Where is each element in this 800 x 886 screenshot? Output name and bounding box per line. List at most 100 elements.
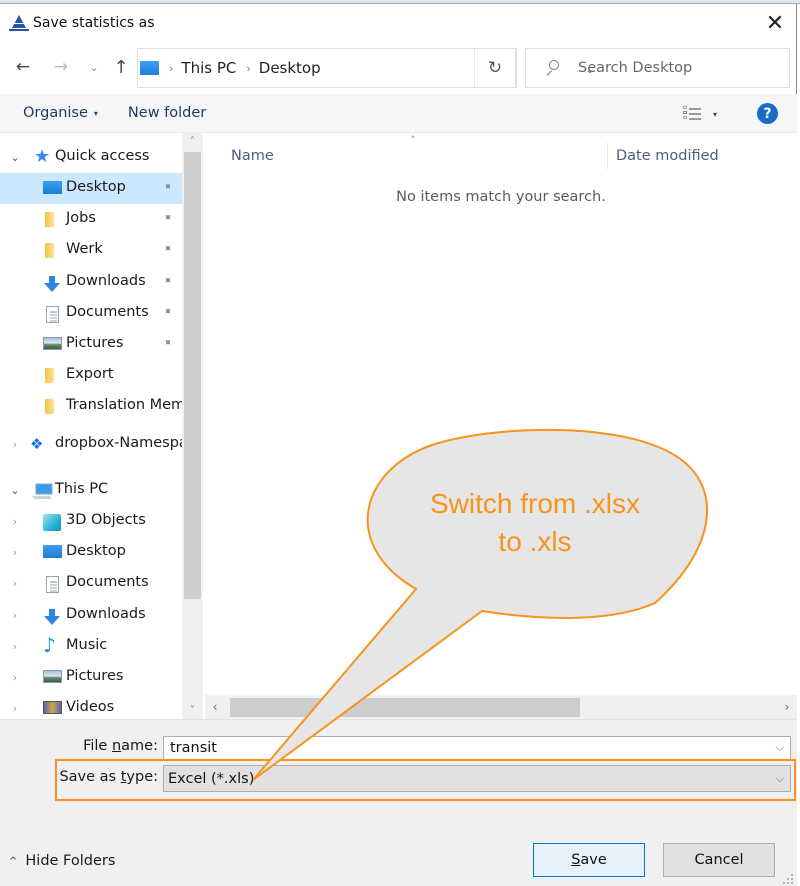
- chevron-right-icon[interactable]: ›: [9, 577, 21, 590]
- sidebar-item-music[interactable]: › ♪ Music: [0, 631, 182, 662]
- chevron-right-icon[interactable]: ›: [9, 546, 21, 559]
- chevron-right-icon: ›: [784, 700, 790, 714]
- search-box[interactable]: [525, 48, 790, 88]
- chevron-right-icon[interactable]: ›: [9, 640, 21, 653]
- sidebar-item-3d-objects[interactable]: › 3D Objects: [0, 506, 182, 537]
- scrollbar-thumb[interactable]: [230, 698, 580, 717]
- pictures-icon: [43, 337, 62, 350]
- arrow-right-icon: →: [53, 57, 69, 77]
- chevron-right-icon[interactable]: ›: [9, 671, 21, 684]
- sidebar-item-documents[interactable]: Documents ✦: [0, 298, 182, 329]
- pin-icon[interactable]: ✦: [160, 304, 176, 320]
- sidebar-item-werk[interactable]: Werk ✦: [0, 235, 182, 266]
- sidebar-item-desktop[interactable]: Desktop ✦: [0, 173, 182, 204]
- sidebar-item-label: dropbox-Namespace: [55, 435, 182, 451]
- address-bar[interactable]: › This PC › Desktop ⌄: [137, 48, 595, 88]
- sidebar-item-quick-access[interactable]: ⌄ ★ Quick access: [0, 142, 182, 173]
- sidebar-item-label: This PC: [55, 481, 109, 497]
- save-as-type-dropdown[interactable]: Excel (*.xls) ⌵: [163, 765, 791, 792]
- chevron-right-icon[interactable]: ›: [9, 438, 21, 451]
- navigation-pane-scrollbar[interactable]: ˄ ˅: [182, 133, 203, 719]
- horizontal-scrollbar[interactable]: ‹ ›: [205, 695, 797, 719]
- breadcrumb-desktop[interactable]: Desktop: [259, 59, 321, 77]
- star-icon: ★: [34, 146, 51, 167]
- sidebar-item-jobs[interactable]: Jobs ✦: [0, 204, 182, 235]
- sidebar-item-pictures[interactable]: Pictures ✦: [0, 329, 182, 360]
- save-button[interactable]: Save: [533, 843, 645, 877]
- pin-icon[interactable]: ✦: [160, 335, 176, 351]
- organise-label: Organise: [23, 105, 88, 121]
- arrow-up-icon: ↑: [113, 56, 129, 78]
- close-icon: ✕: [765, 10, 785, 36]
- sidebar-item-translation-memories[interactable]: Translation Memories: [0, 391, 182, 422]
- chevron-right-icon[interactable]: ›: [9, 609, 21, 622]
- file-name-field[interactable]: ⌵: [163, 736, 791, 760]
- breadcrumb-this-pc[interactable]: This PC: [181, 59, 236, 77]
- folder-icon: [45, 212, 54, 227]
- new-folder-button[interactable]: New folder: [128, 105, 206, 121]
- sidebar-item-label: Desktop: [66, 543, 126, 559]
- sidebar-item-desktop[interactable]: › Desktop: [0, 537, 182, 568]
- sidebar-item-label: Quick access: [55, 148, 150, 164]
- scroll-down-button[interactable]: ˅: [182, 702, 203, 719]
- resize-grip-icon[interactable]: [783, 874, 793, 884]
- change-view-button[interactable]: ▾: [683, 104, 727, 124]
- sidebar-item-downloads[interactable]: › Downloads: [0, 600, 182, 631]
- save-as-type-label: Save as type:: [59, 769, 158, 785]
- sidebar-item-export[interactable]: Export: [0, 360, 182, 391]
- search-input[interactable]: [578, 60, 778, 76]
- chevron-up-icon: ^: [9, 855, 18, 867]
- refresh-icon: ↻: [487, 58, 503, 78]
- chevron-right-icon[interactable]: ›: [9, 702, 21, 715]
- breadcrumb-separator-icon: ›: [169, 61, 174, 75]
- pin-icon[interactable]: ✦: [160, 210, 176, 226]
- forward-button[interactable]: →: [48, 53, 74, 81]
- chevron-up-icon: ˄: [190, 136, 195, 147]
- documents-icon: [46, 576, 59, 593]
- back-button[interactable]: ←: [10, 53, 36, 81]
- pin-icon[interactable]: ✦: [160, 241, 176, 257]
- chevron-down-icon[interactable]: ⌄: [9, 484, 21, 497]
- breadcrumb-separator-icon: ›: [246, 61, 251, 75]
- chevron-down-icon[interactable]: ⌄: [9, 151, 21, 164]
- organise-button[interactable]: Organise ▾: [23, 105, 98, 121]
- pin-icon[interactable]: ✦: [160, 273, 176, 289]
- download-icon: [43, 275, 61, 293]
- recent-locations-button[interactable]: ⌄: [86, 53, 102, 81]
- sidebar-item-this-pc[interactable]: ⌄ This PC: [0, 475, 182, 506]
- sidebar-item-downloads[interactable]: Downloads ✦: [0, 267, 182, 298]
- navigation-bar: ← → ⌄ ↑ › This PC › Desktop ⌄ ↻: [0, 47, 797, 89]
- close-button[interactable]: ✕: [763, 10, 787, 36]
- scroll-left-button[interactable]: ‹: [205, 695, 225, 719]
- desktop-icon: [43, 545, 62, 558]
- file-name-input[interactable]: [164, 740, 754, 756]
- chevron-down-icon[interactable]: ⌵: [776, 741, 784, 755]
- help-button[interactable]: ?: [757, 103, 778, 124]
- scroll-up-button[interactable]: ˄: [182, 133, 203, 150]
- up-button[interactable]: ↑: [110, 53, 132, 81]
- column-header-date-modified[interactable]: Date modified: [607, 143, 797, 169]
- pin-icon[interactable]: ✦: [160, 179, 176, 195]
- folder-icon: [45, 368, 54, 383]
- sidebar-item-label: Desktop: [66, 179, 126, 195]
- sidebar-item-pictures[interactable]: › Pictures: [0, 662, 182, 693]
- column-header-name[interactable]: Name: [231, 143, 606, 169]
- scroll-right-button[interactable]: ›: [777, 695, 797, 719]
- sidebar-item-dropbox-namespace[interactable]: › ❖ dropbox-Namespace: [0, 429, 182, 460]
- music-icon: ♪: [43, 633, 56, 657]
- hide-folders-button[interactable]: ^ Hide Folders: [9, 853, 115, 869]
- sidebar-item-label: Downloads: [66, 606, 146, 622]
- refresh-button[interactable]: ↻: [474, 48, 516, 88]
- caret-down-icon: ▾: [713, 109, 718, 119]
- scrollbar-thumb[interactable]: [184, 152, 201, 599]
- sidebar-item-documents[interactable]: › Documents: [0, 568, 182, 599]
- command-toolbar: Organise ▾ New folder ▾ ?: [0, 94, 797, 133]
- desktop-folder-icon: [140, 61, 159, 75]
- sidebar-item-videos[interactable]: › Videos: [0, 693, 182, 719]
- arrow-left-icon: ←: [15, 57, 31, 77]
- cancel-button[interactable]: Cancel: [663, 843, 775, 877]
- empty-message: No items match your search.: [396, 189, 606, 205]
- chevron-right-icon[interactable]: ›: [9, 515, 21, 528]
- dropbox-icon: ❖: [30, 435, 44, 453]
- folder-icon: [45, 243, 54, 258]
